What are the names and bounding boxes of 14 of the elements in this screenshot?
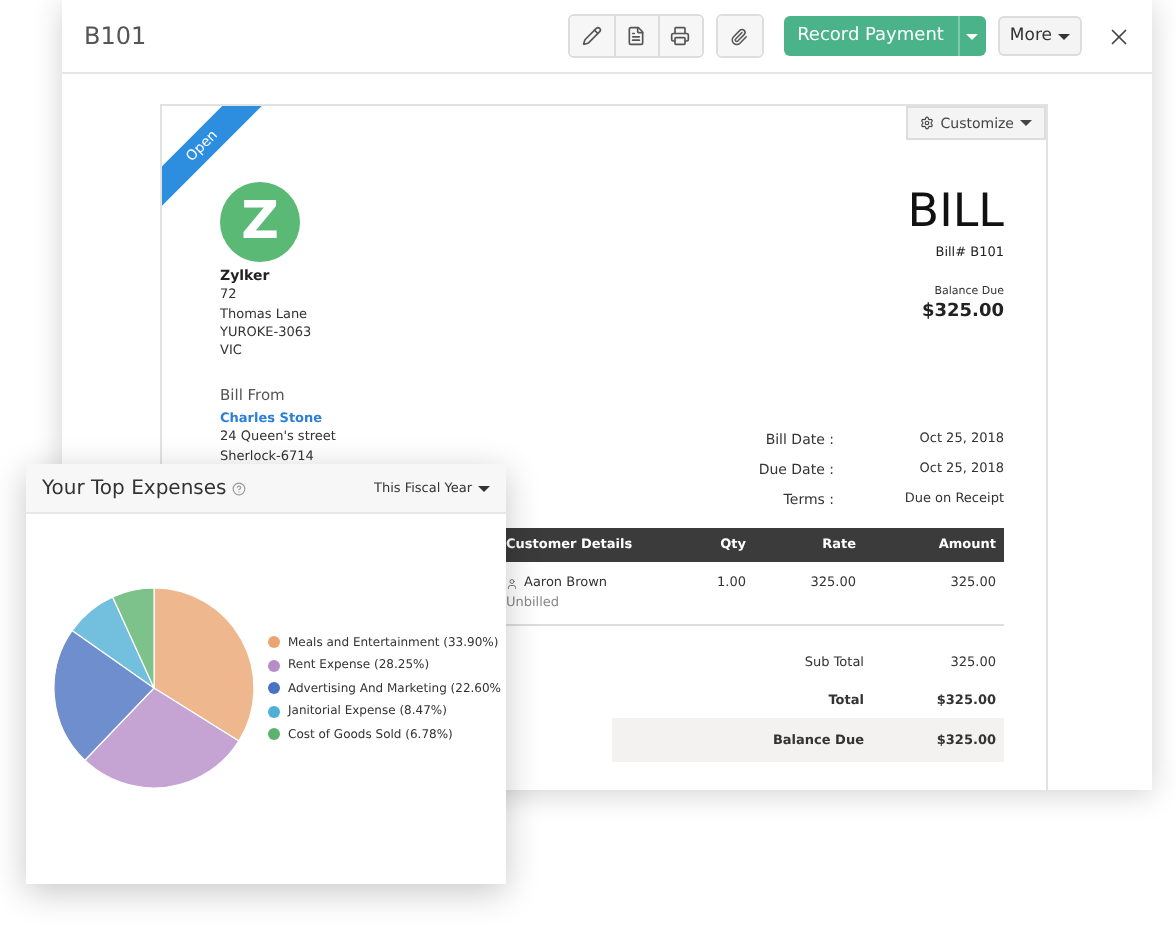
balance-amount: $325.00	[922, 302, 1004, 327]
person-icon	[506, 577, 518, 590]
bill-heading: BILL	[907, 190, 1004, 236]
document-icon[interactable]	[613, 16, 658, 56]
print-icon[interactable]	[657, 16, 702, 56]
card-title: Your Top Expenses	[42, 477, 227, 499]
gear-icon	[920, 116, 935, 130]
caret-icon[interactable]	[957, 16, 986, 56]
paperclip-icon[interactable]	[717, 16, 762, 56]
help-icon[interactable]	[232, 481, 247, 495]
more-button[interactable]: More	[997, 16, 1082, 56]
company-logo: Z	[220, 182, 300, 262]
pencil-icon[interactable]	[569, 16, 614, 56]
window-title: B101	[84, 22, 149, 50]
